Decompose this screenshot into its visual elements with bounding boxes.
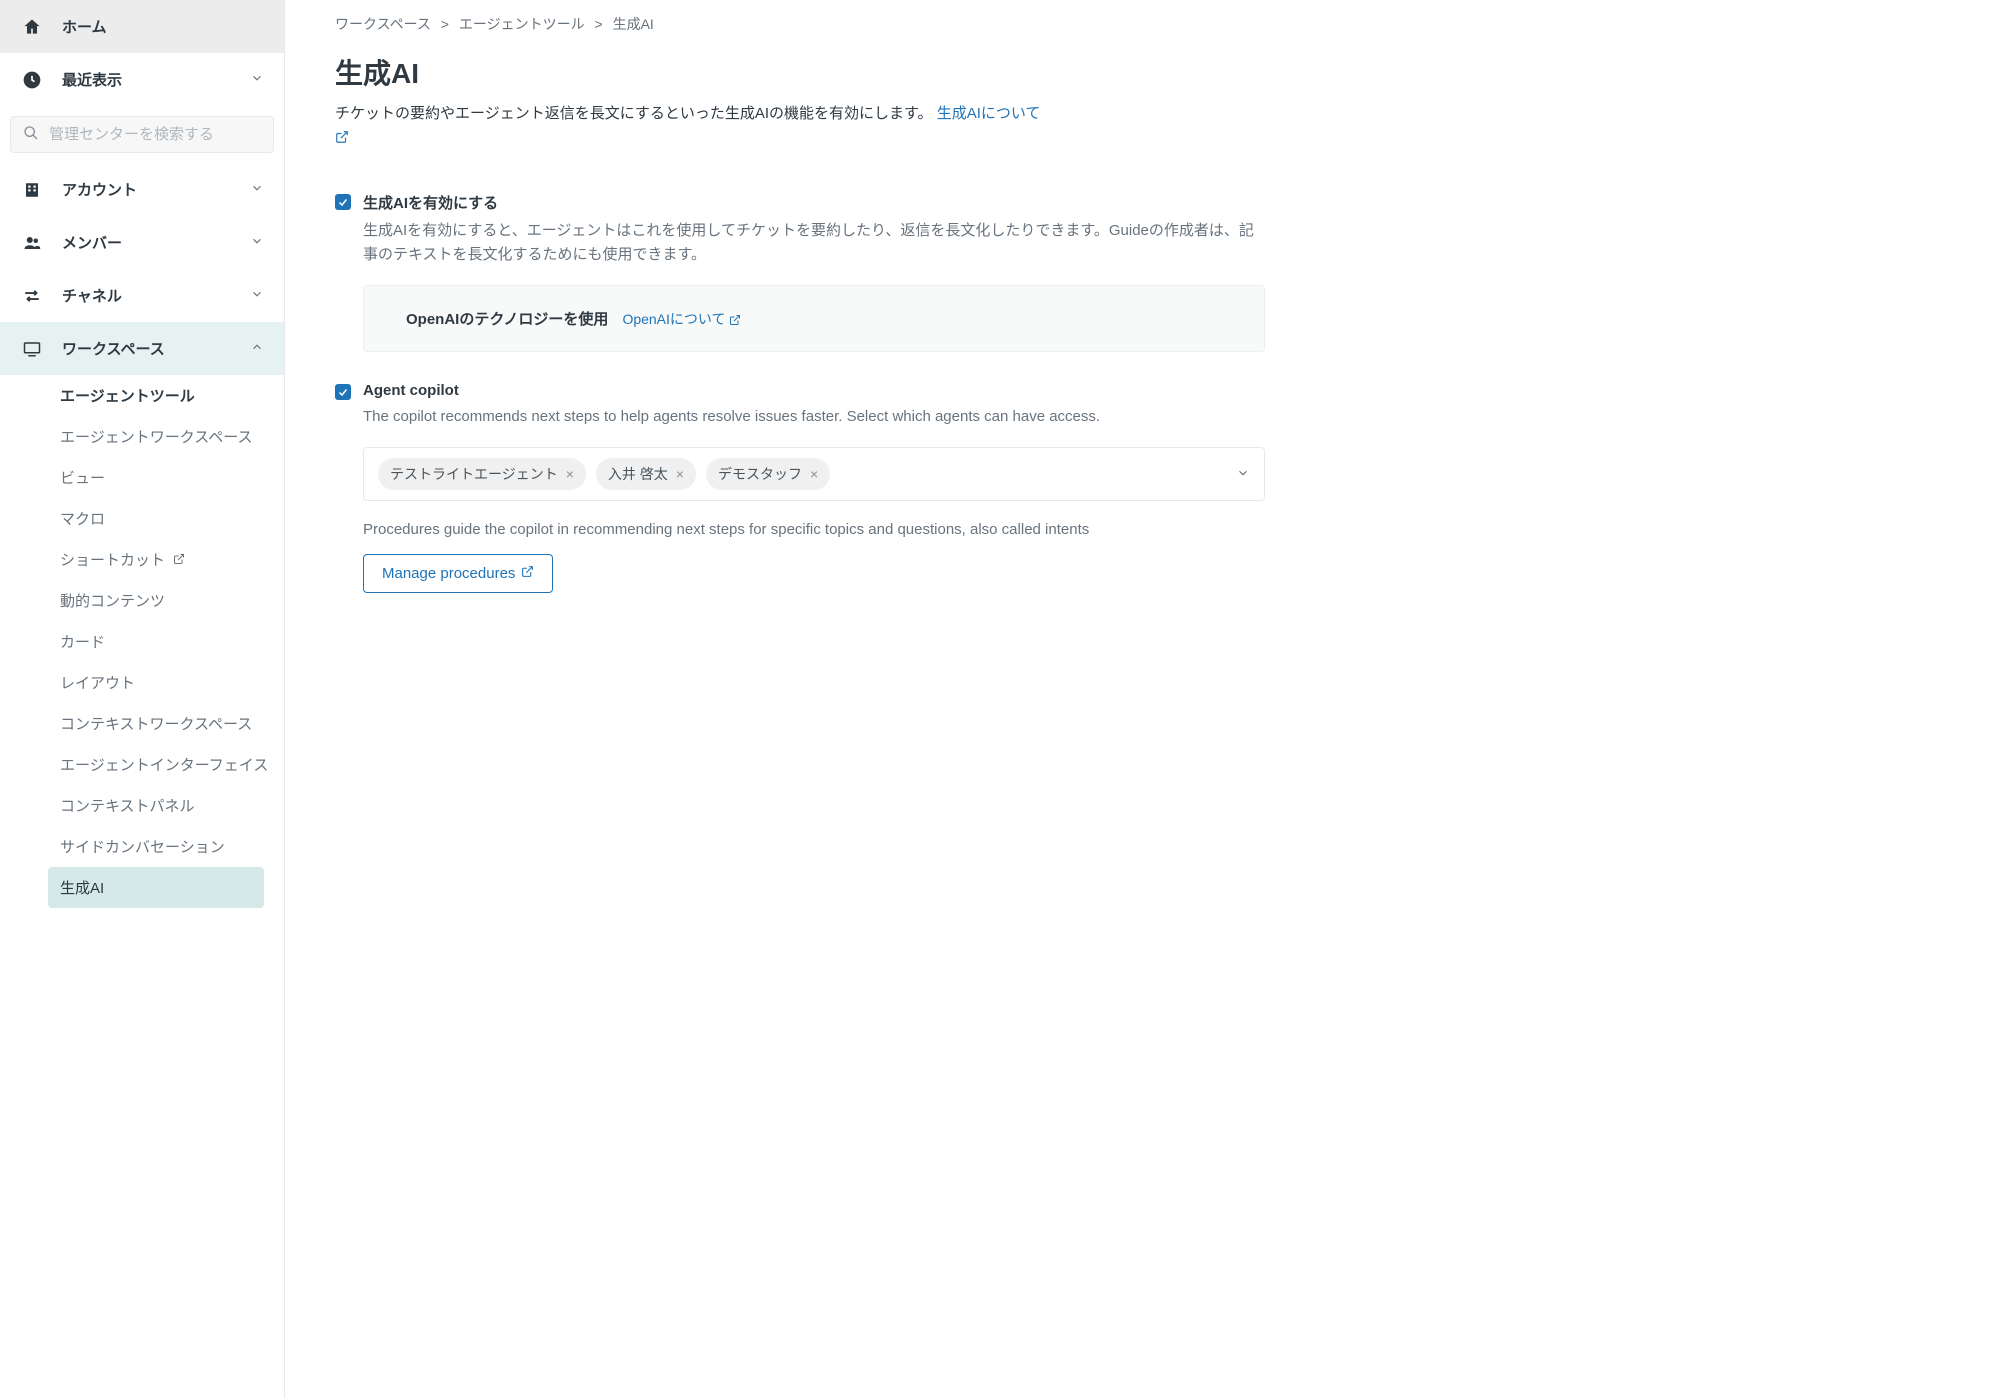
button-label: Manage procedures xyxy=(382,565,515,582)
chip: テストライトエージェント × xyxy=(378,458,586,490)
procedures-desc: Procedures guide the copilot in recommen… xyxy=(363,521,1265,538)
people-icon xyxy=(20,234,44,252)
page-description-link[interactable]: 生成AIについて xyxy=(937,105,1041,122)
checkbox-enable-genai[interactable] xyxy=(335,194,351,210)
chevron-down-icon[interactable] xyxy=(1236,466,1250,483)
breadcrumb-separator: > xyxy=(441,16,449,32)
external-link-icon xyxy=(521,565,534,582)
subnav-item[interactable]: 動的コンテンツ xyxy=(60,580,284,621)
chip: 入井 啓太 × xyxy=(596,458,696,490)
external-link-icon xyxy=(729,313,741,329)
section-desc: 生成AIを有効にすると、エージェントはこれを使用してチケットを要約したり、返信を… xyxy=(363,219,1265,267)
link-text: 生成AIについて xyxy=(937,105,1041,122)
sidebar-home-label: ホーム xyxy=(62,16,264,37)
sidebar-item-label: メンバー xyxy=(62,232,250,253)
checkbox-col xyxy=(335,192,363,352)
subnav: エージェントツール エージェントワークスペース ビュー マクロ ショートカット … xyxy=(0,375,284,908)
chip: デモスタッフ × xyxy=(706,458,830,490)
subnav-item[interactable]: カード xyxy=(60,621,284,662)
building-icon xyxy=(20,181,44,199)
external-link-icon xyxy=(173,552,185,569)
chevron-down-icon xyxy=(250,71,264,89)
subnav-item[interactable]: エージェントインターフェイス xyxy=(60,744,284,785)
subnav-item[interactable]: ショートカット xyxy=(60,539,284,580)
subnav-item[interactable]: レイアウト xyxy=(60,662,284,703)
page-title: 生成AI xyxy=(335,52,1265,92)
subnav-item[interactable]: コンテキストワークスペース xyxy=(60,703,284,744)
checkbox-agent-copilot[interactable] xyxy=(335,384,351,400)
section-content: Agent copilot The copilot recommends nex… xyxy=(363,382,1265,593)
search-icon xyxy=(23,125,39,144)
chip-label: 入井 啓太 xyxy=(608,464,668,484)
link-text: OpenAIについて xyxy=(622,311,725,327)
chip-label: テストライトエージェント xyxy=(390,464,558,484)
sidebar-item-account[interactable]: アカウント xyxy=(0,163,284,216)
chevron-down-icon xyxy=(250,234,264,252)
section-enable-genai: 生成AIを有効にする 生成AIを有効にすると、エージェントはこれを使用してチケッ… xyxy=(335,192,1265,352)
search-wrapper[interactable] xyxy=(10,116,274,153)
section-title: Agent copilot xyxy=(363,382,1265,399)
section-agent-copilot: Agent copilot The copilot recommends nex… xyxy=(335,382,1265,593)
sidebar-item-label: ワークスペース xyxy=(62,338,250,359)
agent-selector[interactable]: テストライトエージェント × 入井 啓太 × デモスタッフ × xyxy=(363,447,1265,501)
sidebar-item-workspace[interactable]: ワークスペース xyxy=(0,322,284,375)
openai-title: OpenAIのテクノロジーを使用 xyxy=(406,308,608,329)
chip-remove[interactable]: × xyxy=(676,466,684,482)
monitor-icon xyxy=(20,340,44,358)
chip-label: デモスタッフ xyxy=(718,464,802,484)
chip-remove[interactable]: × xyxy=(566,466,574,482)
sidebar-recent-label: 最近表示 xyxy=(62,69,250,90)
page-description-text: チケットの要約やエージェント返信を長文にするといった生成AIの機能を有効にします… xyxy=(335,105,933,122)
openai-info-box: OpenAIのテクノロジーを使用 OpenAIについて xyxy=(363,285,1265,352)
manage-procedures-button[interactable]: Manage procedures xyxy=(363,554,553,593)
breadcrumb-item[interactable]: ワークスペース xyxy=(335,16,431,32)
section-content: 生成AIを有効にする 生成AIを有効にすると、エージェントはこれを使用してチケッ… xyxy=(363,192,1265,352)
subnav-item[interactable]: エージェントワークスペース xyxy=(60,416,284,457)
openai-link[interactable]: OpenAIについて xyxy=(622,309,741,329)
chip-remove[interactable]: × xyxy=(810,466,818,482)
section-title: 生成AIを有効にする xyxy=(363,192,1265,213)
subnav-item[interactable]: サイドカンバセーション xyxy=(60,826,284,867)
subnav-item[interactable]: マクロ xyxy=(60,498,284,539)
subnav-item[interactable]: ビュー xyxy=(60,457,284,498)
sidebar-item-label: チャネル xyxy=(62,285,250,306)
subnav-item-generative-ai[interactable]: 生成AI xyxy=(48,867,264,908)
chevron-down-icon xyxy=(250,287,264,305)
search-input[interactable] xyxy=(49,126,261,143)
sidebar-recent[interactable]: 最近表示 xyxy=(0,53,284,106)
checkbox-col xyxy=(335,382,363,593)
breadcrumb-separator: > xyxy=(595,16,603,32)
sidebar-item-members[interactable]: メンバー xyxy=(0,216,284,269)
search-box xyxy=(0,106,284,163)
home-icon xyxy=(20,17,44,37)
external-link-icon[interactable] xyxy=(335,128,349,152)
page-description: チケットの要約やエージェント返信を長文にするといった生成AIの機能を有効にします… xyxy=(335,102,1265,152)
section-desc: The copilot recommends next steps to hel… xyxy=(363,405,1265,429)
sidebar-home[interactable]: ホーム xyxy=(0,0,284,53)
breadcrumb-item: 生成AI xyxy=(613,16,654,32)
main: ワークスペース > エージェントツール > 生成AI 生成AI チケットの要約や… xyxy=(285,0,1305,1398)
clock-icon xyxy=(20,70,44,90)
subnav-item[interactable]: コンテキストパネル xyxy=(60,785,284,826)
transfer-icon xyxy=(20,287,44,305)
subnav-agent-tools[interactable]: エージェントツール xyxy=(60,375,284,416)
chevron-up-icon xyxy=(250,340,264,358)
chevron-down-icon xyxy=(250,181,264,199)
sidebar-item-label: アカウント xyxy=(62,179,250,200)
sidebar-item-channels[interactable]: チャネル xyxy=(0,269,284,322)
subnav-item-label: ショートカット xyxy=(60,552,165,569)
sidebar: ホーム 最近表示 アカウント メンバー xyxy=(0,0,285,1398)
breadcrumb-item[interactable]: エージェントツール xyxy=(459,16,585,32)
breadcrumb: ワークスペース > エージェントツール > 生成AI xyxy=(335,14,1265,34)
